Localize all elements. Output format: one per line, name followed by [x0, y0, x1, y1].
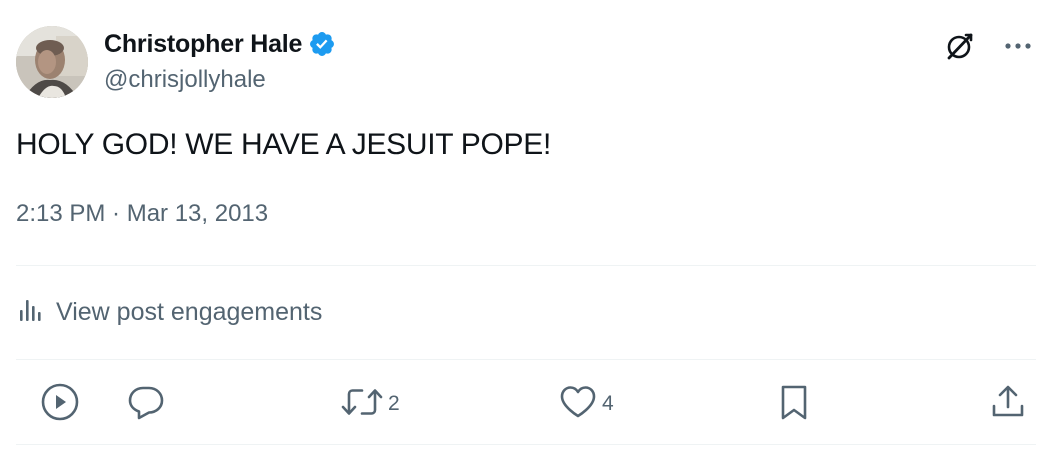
heart-icon	[558, 382, 598, 427]
post-timestamp[interactable]: 2:13 PM · Mar 13, 2013	[16, 200, 268, 228]
header-actions	[942, 28, 1036, 64]
author-handle[interactable]: @chrisjollyhale	[104, 66, 266, 94]
view-engagements-label: View post engagements	[56, 298, 323, 326]
reply-icon	[126, 382, 166, 427]
avatar-photo	[16, 26, 88, 98]
share-button[interactable]	[988, 384, 1028, 424]
play-icon	[40, 382, 80, 427]
like-count: 4	[602, 392, 614, 415]
share-icon	[988, 382, 1028, 427]
divider	[16, 359, 1036, 360]
bookmark-button[interactable]	[774, 384, 814, 424]
repost-count: 2	[388, 392, 400, 415]
repost-icon	[340, 382, 384, 427]
play-button[interactable]	[40, 382, 80, 427]
author-name-row: Christopher Hale	[104, 28, 336, 60]
avatar[interactable]	[16, 26, 88, 98]
verified-badge-icon[interactable]	[308, 30, 336, 58]
repost-button[interactable]: 2	[340, 384, 400, 424]
grok-icon[interactable]	[942, 28, 978, 64]
post-text: HOLY GOD! WE HAVE A JESUIT POPE!	[16, 128, 551, 161]
tweet-card: Christopher Hale @chrisjollyhale HOLY GO	[0, 0, 1052, 462]
analytics-icon	[16, 296, 44, 329]
like-button[interactable]: 4	[558, 384, 614, 424]
bookmark-icon	[774, 382, 814, 427]
author-display-name[interactable]: Christopher Hale	[104, 30, 302, 59]
view-engagements-link[interactable]: View post engagements	[16, 296, 322, 329]
reply-button[interactable]	[126, 384, 170, 424]
more-options-icon[interactable]	[1000, 28, 1036, 64]
divider	[16, 444, 1036, 445]
divider	[16, 265, 1036, 266]
